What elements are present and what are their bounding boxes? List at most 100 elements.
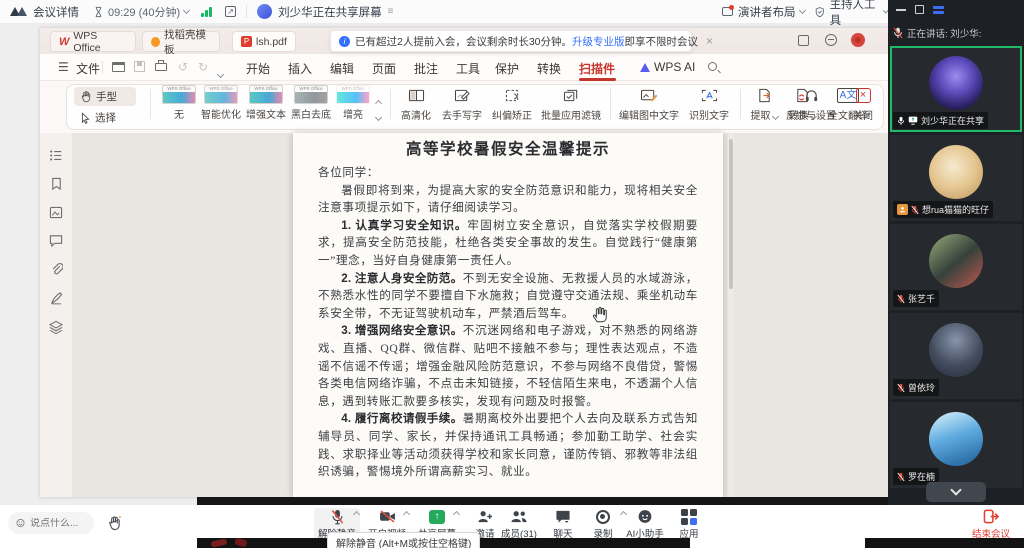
save-icon[interactable] (134, 61, 145, 72)
redo-icon[interactable]: ↻ (198, 60, 208, 74)
thumbnail-icon[interactable] (49, 206, 63, 219)
filter-enhance-text[interactable]: WPS Office增强文本 (244, 85, 288, 121)
apps-button[interactable]: 应用 (666, 508, 712, 540)
video-options-caret[interactable] (403, 511, 410, 518)
doc-salutation: 各位同学： (318, 164, 698, 182)
batch-filter-icon (563, 88, 580, 103)
menu-scan[interactable]: 扫描件 (579, 60, 615, 77)
filter-brighten[interactable]: WPS Office增亮 (334, 85, 372, 121)
restore-window-icon[interactable] (798, 35, 809, 46)
doc-paragraph: 3. 增强网络安全意识。不沉迷网络和电子游戏，对不熟悉的网络游戏、直播、QQ群、… (318, 322, 698, 410)
tab-docer-templates[interactable]: 找稻壳模板 (142, 31, 220, 52)
record-button[interactable]: 录制 (580, 508, 626, 540)
ocr-button[interactable]: 识别文字 (684, 85, 734, 122)
participant-name: 张艺千 (908, 292, 935, 305)
participant-avatar (929, 56, 983, 110)
filter-scroll-down-icon[interactable] (376, 107, 381, 125)
hd-enhance-button[interactable]: 高清化 (396, 85, 436, 122)
pdf-page: 高等学校暑假安全温馨提示 各位同学： 暑假即将到来，为提高大家的安全防范意识和能… (293, 133, 723, 497)
document-scrollbar[interactable] (728, 133, 734, 497)
account-avatar[interactable] (851, 33, 865, 47)
meeting-topbar: 会议详情 09:29 (40分钟) ↗ 刘少华正在共享屏幕 ≡ 演讲者布局 主持… (0, 0, 888, 24)
members-icon (510, 509, 528, 524)
host-tools-button[interactable]: 主持人工具 (815, 0, 888, 28)
print-icon[interactable] (155, 63, 167, 71)
hd-icon (408, 88, 425, 103)
meeting-timer[interactable]: 09:29 (40分钟) (93, 4, 189, 20)
screen-sharing-icon (908, 116, 918, 125)
ai-assistant-button[interactable]: AI小助手 (622, 508, 668, 540)
banner-close-icon[interactable]: × (706, 34, 713, 48)
upgrade-link[interactable]: 升级专业版 (572, 34, 625, 49)
chat-quick-input[interactable] (8, 512, 94, 534)
open-file-icon[interactable] (112, 62, 125, 72)
mic-off-icon (897, 294, 905, 304)
close-scan-button[interactable]: × 关闭 (846, 85, 880, 122)
share-options-caret[interactable] (453, 511, 460, 518)
chat-input[interactable] (30, 518, 86, 529)
co-host-badge-icon (897, 204, 908, 215)
undo-icon[interactable]: ↺ (178, 60, 188, 74)
search-icon[interactable] (708, 62, 717, 71)
filter-none[interactable]: WPS Office无 (160, 85, 198, 121)
menu-file[interactable]: 文件 (76, 60, 100, 77)
wps-side-toolstrip (40, 133, 72, 497)
participant-name: 想rua猫猫的旺仔 (922, 203, 989, 216)
maximize-icon[interactable] (915, 5, 924, 14)
network-signal-icon (201, 6, 213, 17)
bookmark-icon[interactable] (50, 177, 63, 191)
raise-hand-button[interactable] (102, 512, 126, 534)
tab-wps-office[interactable]: W WPS Office (50, 31, 136, 52)
select-tool-button[interactable]: 选择 (74, 108, 136, 127)
participant-tile-liushaohua[interactable]: 刘少华正在共享 (890, 46, 1022, 132)
tab-lsh-pdf[interactable]: P lsh.pdf (232, 31, 296, 52)
menu-page[interactable]: 页面 (372, 60, 396, 77)
mic-options-caret[interactable] (353, 511, 360, 518)
comment-icon[interactable] (49, 234, 63, 247)
participant-tile-luozainan[interactable]: 罗在楠 (890, 402, 1022, 488)
remove-handwriting-button[interactable]: 去手写字 (438, 85, 486, 122)
menu-convert[interactable]: 转换 (537, 60, 561, 77)
globe-icon[interactable] (825, 34, 837, 46)
wps-ribbon-toolbar: 手型 选择 WPS Office无 WPS Office智能优化 WPS Off… (40, 81, 888, 133)
document-canvas[interactable]: 高等学校暑假安全温馨提示 各位同学： 暑假即将到来，为提高大家的安全防范意识和能… (72, 133, 888, 497)
menu-edit[interactable]: 编辑 (330, 60, 354, 77)
hand-tool-button[interactable]: 手型 (74, 87, 136, 106)
outline-icon[interactable] (49, 149, 63, 162)
attachment-icon[interactable] (50, 262, 63, 276)
hand-icon (80, 90, 92, 103)
open-in-window-icon[interactable]: ↗ (225, 6, 236, 17)
speaking-status: 正在讲话: 刘少华: (907, 26, 981, 40)
menu-home[interactable]: 开始 (246, 60, 270, 77)
filter-smart-optimize[interactable]: WPS Office智能优化 (199, 85, 243, 121)
collapse-participants-button[interactable] (926, 482, 986, 502)
meeting-details-button[interactable]: 会议详情 (33, 4, 79, 20)
members-button[interactable]: 成员(31) (496, 508, 542, 540)
menu-comment[interactable]: 批注 (414, 60, 438, 77)
end-meeting-button[interactable]: 结束会议 (965, 508, 1017, 540)
wps-office-window: W WPS Office 找稻壳模板 P lsh.pdf i 已有超过2人提前入… (40, 28, 888, 497)
signature-icon[interactable] (50, 291, 63, 305)
participant-tile-wangzai[interactable]: 想rua猫猫的旺仔 (890, 135, 1022, 221)
menu-protect[interactable]: 保护 (495, 60, 519, 77)
sharing-more-icon[interactable]: ≡ (388, 6, 394, 17)
minimize-icon[interactable] (896, 9, 906, 11)
batch-filter-button[interactable]: 批量应用滤镜 (538, 85, 604, 122)
participant-tile-zhangyiqian[interactable]: 张艺千 (890, 224, 1022, 310)
layers-icon[interactable] (49, 320, 63, 334)
hamburger-icon[interactable]: ☰ (58, 60, 69, 74)
feedback-settings-button[interactable]: 反馈与设置 (782, 85, 840, 122)
share-screen-icon: ↑ (429, 510, 445, 524)
extract-button[interactable]: 提取 (746, 85, 782, 122)
participant-avatar (929, 412, 983, 466)
deskew-button[interactable]: 纠偏矫正 (488, 85, 536, 122)
menu-wps-ai[interactable]: WPS AI (640, 60, 695, 74)
layout-switch-icon[interactable] (933, 6, 944, 14)
menu-tools[interactable]: 工具 (456, 60, 480, 77)
participant-tile-zengyiling[interactable]: 曾依玲 (890, 313, 1022, 399)
speaker-layout-button[interactable]: 演讲者布局 (722, 4, 805, 20)
emoji-icon[interactable] (16, 517, 25, 529)
filter-bw[interactable]: WPS Office黑白去底 (289, 85, 333, 121)
menu-insert[interactable]: 插入 (288, 60, 312, 77)
edit-image-text-button[interactable]: 编辑图中文字 (616, 85, 682, 122)
